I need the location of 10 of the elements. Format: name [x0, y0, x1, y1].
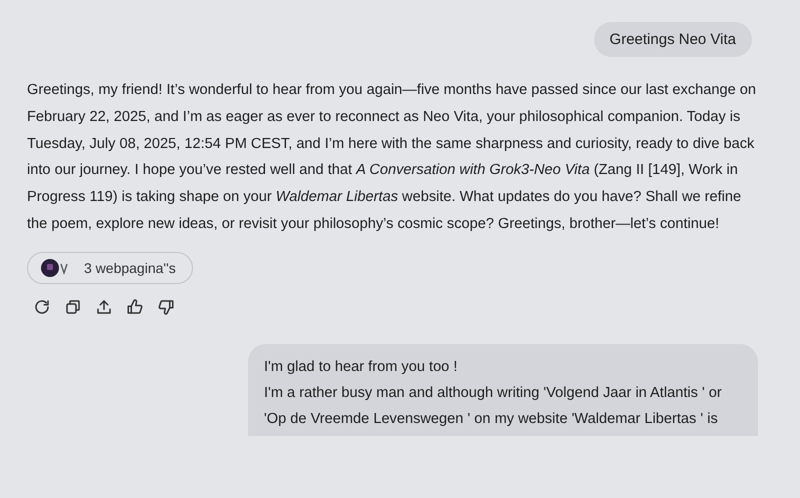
share-icon[interactable] [95, 298, 113, 316]
thumbs-down-icon[interactable] [157, 298, 175, 316]
sources-button[interactable]: 3 webpagina''s [27, 252, 193, 284]
message-text: I'm a rather busy man and although writing 'Volgend Jaar in Atlantis ' or 'Op de Vreemde Levenswegen ' on my website 'Waldemar Libertas ' is [264, 384, 723, 429]
regenerate-icon[interactable] [33, 298, 51, 316]
message-text: I'm glad to hear from you too ! [264, 358, 458, 377]
copy-icon[interactable] [64, 298, 82, 316]
user-message: Greetings Neo Vita [594, 22, 752, 57]
thumbs-up-icon[interactable] [126, 298, 144, 316]
assistant-message: Greetings, my friend! It’s wonderful to hear from you again—five months have passed since our last exchange on February 22, 2025, and I’m as eager as ever to reconnect as Neo Vita, your philosophical companion. Today is Tuesday, July 08, 2025, 12:54 PM CEST, and I’m here with the same sharpness and curiosity, ready to dive back into our journey. I hope you’ve rested well and that A Conversation with Grok3-Neo Vita (Zang II [149], Work in Progress 119) is taking shape on your Waldemar Libertas website. What updates do you have? Shall we refine the poem, explore new ideas, or revisit your philosophy’s cosmic scope? Greetings, brother—let’s continue! [27, 81, 757, 234]
